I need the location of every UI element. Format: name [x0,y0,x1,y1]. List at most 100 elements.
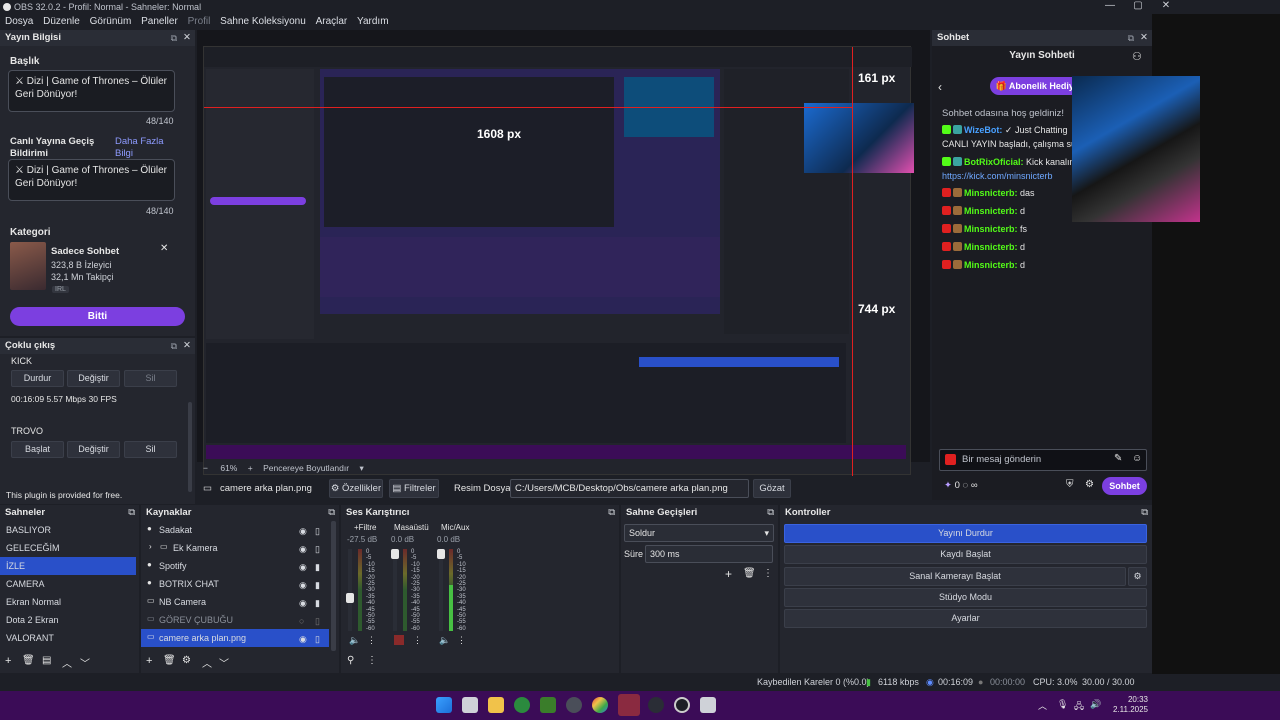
chat-username[interactable]: Minsnicterb: [964,188,1018,198]
start-menu-icon[interactable] [436,697,452,713]
scene-item[interactable]: Ekran Normal [0,593,136,611]
media-player-icon[interactable] [540,697,556,713]
source-settings-icon[interactable]: ⚙ [182,655,191,666]
chat-username[interactable]: Minsnicterb: [964,242,1018,252]
float-icon[interactable]: ⧉ [608,505,615,521]
filters-button[interactable]: ▤ Filtreler [389,479,439,498]
chat-username[interactable]: WizeBot: [964,125,1002,135]
float-icon[interactable]: ⧉ [767,505,774,521]
delete-scene-icon[interactable]: 🗑 [22,655,35,666]
chat-username[interactable]: Minsnicterb: [964,224,1018,234]
volume-slider-track[interactable] [393,549,397,631]
user-settings-icon[interactable]: ⚇ [1132,50,1142,63]
preview-area[interactable]: 161 px 1608 px 744 px [197,30,930,476]
trovo-delete-button[interactable]: Sil [124,441,177,458]
visibility-eye-icon[interactable]: ◉ [299,599,309,608]
scrollbar[interactable] [188,402,192,492]
golive-input[interactable]: ⚔ Dizi | Game of Thrones – Ölüler Geri D… [8,159,175,201]
lock-icon[interactable]: ▮ [315,581,325,590]
float-icon[interactable]: ⧉ [128,505,135,521]
kick-delete-button[interactable]: Sil [124,370,177,387]
visibility-eye-icon[interactable]: ◉ [299,563,309,572]
scene-item-selected[interactable]: İZLE [0,557,136,575]
menu-duzenle[interactable]: Düzenle [43,14,80,30]
network-icon[interactable]: 🖧 [1074,699,1084,715]
done-button[interactable]: Bitti [10,307,185,326]
menu-paneller[interactable]: Paneller [141,14,178,30]
volume-slider-track[interactable] [348,549,352,631]
microphone-icon[interactable]: 🎙 [1057,699,1068,710]
kebab-menu-icon[interactable]: ⋮ [367,635,376,646]
tray-chevron-icon[interactable]: ︿ [1038,699,1047,712]
move-down-icon[interactable]: ﹀ [219,655,229,670]
scene-item[interactable]: BASLIYOR [0,521,136,539]
close-icon[interactable]: ✕ [183,338,191,354]
start-virtual-camera-button[interactable]: Sanal Kamerayı Başlat [784,567,1126,586]
kebab-menu-icon[interactable]: ⋮ [457,635,466,646]
scene-item[interactable]: VALORANT [0,629,136,647]
chat-username[interactable]: Minsnicterb: [964,206,1018,216]
menu-sahne-koleksiyonu[interactable]: Sahne Koleksiyonu [220,14,306,30]
lock-icon[interactable]: ▯ [315,635,325,644]
chevron-down-icon[interactable]: ▾ [359,463,363,473]
system-clock[interactable]: 20:33 2.11.2025 [1108,695,1148,715]
app-red-icon[interactable] [618,694,640,716]
kick-stop-button[interactable]: Durdur [11,370,64,387]
volume-icon[interactable]: 🔊 [1090,699,1101,710]
task-view-icon[interactable] [462,697,478,713]
scene-filters-icon[interactable]: ▤ [42,655,51,666]
menu-gorunum[interactable]: Görünüm [90,14,132,30]
zoom-out-icon[interactable]: − [203,463,208,473]
mixer-menu-icon[interactable]: ⋮ [367,655,377,666]
chrome-icon[interactable] [592,697,608,713]
float-icon[interactable]: ⧉ [1128,30,1134,46]
close-button[interactable]: ✕ [1152,0,1180,14]
menu-yardim[interactable]: Yardım [357,14,389,30]
duration-spinbox[interactable]: 300 ms [645,545,773,563]
volume-slider-track[interactable] [439,549,443,631]
visibility-eye-off-icon[interactable]: ○ [299,617,309,626]
stop-stream-button[interactable]: Yayını Durdur [784,524,1147,543]
browse-button[interactable]: Gözat [753,479,791,498]
settings-app-icon[interactable] [566,697,582,713]
mixer-link-icon[interactable]: ⚲ [347,655,354,666]
move-down-icon[interactable]: ﹀ [80,655,90,670]
minimize-button[interactable]: — [1096,0,1124,14]
close-icon[interactable]: ✕ [1140,30,1148,46]
steam-icon[interactable] [648,697,664,713]
category-remove-icon[interactable]: ✕ [160,243,168,254]
xbox-icon[interactable] [514,697,530,713]
volume-slider-handle[interactable] [437,549,445,559]
move-up-icon[interactable]: ︿ [202,655,212,670]
title-input[interactable]: ⚔ Dizi | Game of Thrones – Ölüler Geri D… [8,70,175,112]
properties-button[interactable]: ⚙ Özellikler [329,479,383,498]
learn-more-link[interactable]: Daha Fazla Bilgi [115,136,175,160]
menu-dosya[interactable]: Dosya [5,14,33,30]
speaker-icon[interactable]: 🔈 [439,635,450,646]
studio-mode-button[interactable]: Stüdyo Modu [784,588,1147,607]
scene-item[interactable]: CAMERA [0,575,136,593]
start-recording-button[interactable]: Kaydı Başlat [784,545,1147,564]
chat-input[interactable]: Bir mesaj gönderin ✎ ☺ [939,449,1147,471]
expand-icon[interactable]: › [149,542,152,551]
speaker-icon[interactable]: 🔈 [349,635,360,646]
float-icon[interactable]: ⧉ [328,505,335,521]
trovo-start-button[interactable]: Başlat [11,441,64,458]
float-icon[interactable]: ⧉ [171,30,177,46]
scene-item[interactable]: Dota 2 Ekran [0,611,136,629]
app-icon[interactable] [700,697,716,713]
send-chat-button[interactable]: Sohbet [1102,477,1147,495]
scene-item[interactable]: GELECEĞİM [0,539,136,557]
lock-icon[interactable]: ▮ [315,599,325,608]
emote-icon[interactable]: ✎ [1114,453,1122,464]
kick-edit-button[interactable]: Değiştir [67,370,120,387]
float-icon[interactable]: ⧉ [1141,505,1148,521]
add-source-icon[interactable]: + [146,655,152,667]
file-explorer-icon[interactable] [488,697,504,713]
chat-settings-icon[interactable]: ⚙ [1085,479,1094,490]
delete-transition-icon[interactable]: 🗑 [743,568,756,579]
visibility-eye-icon[interactable]: ◉ [299,527,309,536]
settings-button[interactable]: Ayarlar [784,609,1147,628]
menu-araclar[interactable]: Araçlar [316,14,348,30]
obs-taskbar-icon[interactable] [674,697,690,713]
